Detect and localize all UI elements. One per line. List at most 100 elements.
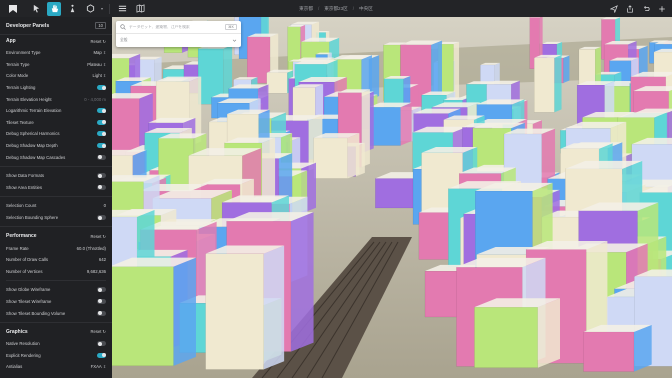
breadcrumb-item[interactable]: 中央区 [359,6,373,12]
developer-panel: Developer Panels 10 App Reset ↻ Environme… [0,17,112,378]
setting-toggle[interactable] [97,173,106,179]
share-icon[interactable] [626,4,634,13]
setting-label: Debug Shadow Map Depth [6,143,58,149]
setting-row: Debug Spherical Harmonics [6,128,106,140]
building-facade[interactable] [205,253,264,370]
setting-value-text: Light [92,73,102,79]
city-3d-scene[interactable] [112,17,672,378]
setting-label: Frame Rate [6,245,29,251]
refresh-icon: ↻ [102,233,106,239]
building-side [537,298,560,368]
chevron-down-icon[interactable]: ▾ [101,6,103,11]
send-icon[interactable] [610,4,618,13]
building-side [633,324,652,372]
setting-select[interactable]: Plateau ⇕ [87,62,106,67]
setting-label: Number of Vertices [6,268,43,274]
chevron-updown-icon: ⇕ [102,62,106,67]
setting-row: Logarithmic Terrain Elevation [6,105,106,117]
setting-toggle[interactable] [97,119,106,125]
setting-value: 0 - 4,000 m [84,97,106,102]
breadcrumb-item[interactable]: 東京都23区 [324,6,348,12]
setting-row: Number of Draw Calls 642 [6,254,106,266]
menu-icon [119,5,127,12]
setting-toggle[interactable] [97,341,106,347]
setting-label: Show Data Formats [6,173,44,179]
hand-tool-button[interactable] [47,1,61,16]
search-filter-dropdown[interactable]: 全般 [116,34,241,46]
building-facade[interactable] [474,306,538,368]
section-divider [6,280,106,282]
add-icon[interactable] [658,5,666,13]
building-side [263,245,285,370]
setting-label: Show Tileset Bounding Volume [6,310,66,316]
setting-row: Native Resolution [6,338,106,350]
app-section: App Reset ↻ Environment Type Map ⇕ Terrain T… [0,35,112,163]
search-input[interactable] [129,25,219,29]
building-facade[interactable] [368,106,401,146]
setting-row: Show Data Formats [6,170,106,182]
setting-toggle[interactable] [97,154,106,160]
breadcrumb-separator: / [317,6,320,11]
location-tool-button[interactable] [83,2,97,16]
chevron-updown-icon: ⇕ [102,51,106,56]
setting-toggle[interactable] [97,108,106,114]
building-side [400,102,412,146]
map-button[interactable] [134,2,148,16]
setting-row: Show Tileset Bounding Volume [6,307,106,319]
setting-label: Antialias [6,364,23,370]
setting-toggle[interactable] [97,143,106,149]
setting-row: Number of Vertices 9,682,636 [6,266,106,278]
graphics-reset-button[interactable]: Reset ↻ [91,329,106,334]
setting-label: Environment Type [6,50,41,56]
pedestrian-tool-button[interactable] [65,2,79,16]
setting-select[interactable]: FXAA ⇕ [91,364,106,369]
setting-toggle[interactable] [97,184,106,190]
setting-label: Debug Shadow Map Cascades [6,154,66,160]
building-facade[interactable] [112,266,174,367]
setting-toggle[interactable] [97,85,106,91]
performance-section: Performance Reset ↻ Frame Rate 60.0 (Throt… [0,230,112,319]
setting-row: Terrain Lighting [6,82,106,94]
map-viewport[interactable] [112,17,672,378]
menu-button[interactable] [116,2,130,16]
setting-row: Explicit Rendering [6,349,106,361]
setting-toggle[interactable] [97,298,106,304]
top-bar: ▾ 東京都 / 東京都23区 / 中央区 [0,0,672,17]
setting-toggle[interactable] [97,310,106,316]
panel-title: Developer Panels [6,22,50,29]
data-section: Show Data Formats Show Area Entities [0,170,112,193]
building-facade[interactable] [313,137,348,179]
setting-value-text: FXAA [90,364,102,370]
setting-label: Explicit Rendering [6,352,41,358]
setting-toggle[interactable] [97,131,106,137]
setting-value: 9,682,636 [87,269,106,274]
building-facade[interactable] [266,72,288,94]
setting-select[interactable]: Light ⇕ [92,73,106,78]
building-facade[interactable] [583,331,635,372]
setting-select[interactable]: Map ⇕ [93,50,106,55]
selection-sphere-toggle[interactable] [97,215,106,221]
panel-count-badge[interactable]: 10 [95,22,106,29]
location-icon [86,4,94,13]
undo-icon[interactable] [642,5,650,13]
setting-value: 60.0 (Throttled) [77,246,106,251]
selection-sphere-label: Selection Bounding Sphere [6,215,59,221]
chevron-updown-icon: ⇕ [102,365,106,370]
setting-label: Show Tileset Wireframe [6,298,52,304]
setting-row: Terrain Elevation Height 0 - 4,000 m [6,93,106,105]
setting-label: Debug Spherical Harmonics [6,131,60,137]
building-facade[interactable] [534,57,555,113]
section-divider [0,226,112,228]
setting-toggle[interactable] [97,352,106,358]
setting-label: Color Mode [6,73,29,79]
breadcrumb-item[interactable]: 東京都 [299,6,313,12]
app-reset-button[interactable]: Reset ↻ [91,39,106,44]
app-logo-icon[interactable] [7,3,19,15]
setting-toggle[interactable] [97,287,106,293]
selection-count-value: 0 [103,203,106,209]
setting-label: Show Globe Wireframe [6,287,51,293]
setting-row: Tileset Texture [6,117,106,129]
map-icon [136,4,145,13]
select-tool-button[interactable] [29,2,43,16]
performance-reset-button[interactable]: Reset ↻ [91,234,106,239]
